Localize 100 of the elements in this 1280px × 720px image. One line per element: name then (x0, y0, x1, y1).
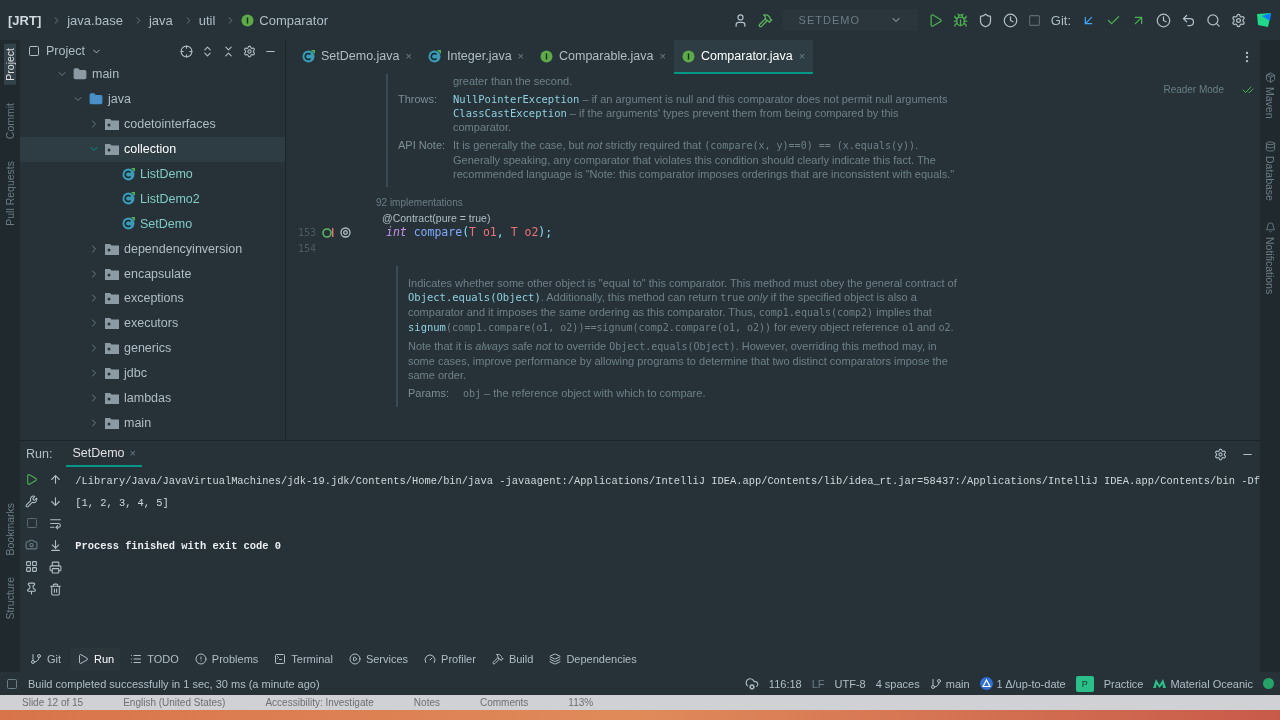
scroll-end-icon[interactable] (48, 539, 62, 552)
settings-icon[interactable] (243, 44, 256, 58)
search-icon[interactable] (1206, 12, 1221, 28)
status-message: Build completed successfully in 1 sec, 30 ms (a minute ago) (28, 677, 320, 690)
tree-item[interactable]: ListDemo (20, 161, 285, 187)
vcs-status[interactable]: 1 Δ/up-to-date (979, 677, 1066, 690)
editor-tab[interactable]: Integer.java × (419, 40, 533, 74)
shield-icon[interactable] (977, 12, 993, 28)
interface-icon (681, 49, 695, 63)
stop-icon[interactable] (25, 517, 38, 529)
settings-icon[interactable] (1214, 447, 1227, 461)
tool-window-tab[interactable]: Build (485, 647, 540, 670)
caret-position[interactable]: 116:18 (768, 677, 802, 690)
tree-item[interactable]: lambdas (20, 385, 285, 411)
tool-window-tab[interactable]: Terminal (268, 647, 339, 670)
clock-icon[interactable] (1156, 12, 1171, 28)
trash-icon[interactable] (48, 583, 62, 596)
theme-widget[interactable]: Material Oceanic (1153, 677, 1253, 690)
cloud-gear-icon[interactable] (744, 676, 759, 691)
interface-icon (540, 49, 554, 63)
gauge-icon (424, 652, 437, 665)
editor-tab[interactable]: Comparator.java × (673, 40, 814, 74)
tree-item[interactable]: java (20, 86, 285, 112)
expand-icon[interactable] (201, 44, 214, 58)
side-tool-tab[interactable]: Commit (4, 98, 16, 143)
bug-icon[interactable] (952, 12, 968, 28)
breadcrumb-item[interactable]: java.base (51, 12, 123, 28)
indent-setting[interactable]: 4 spaces (875, 677, 920, 690)
package-icon (1264, 72, 1276, 83)
tool-window-tab[interactable]: Services (342, 647, 415, 670)
background-status-text: Slide 12 of 15 (22, 697, 84, 708)
hammer-icon[interactable] (757, 12, 773, 28)
app-logo-icon[interactable] (1256, 12, 1272, 28)
collapse-icon[interactable] (222, 44, 235, 58)
tree-item[interactable]: dependencyinversion (20, 236, 285, 262)
play-circle-icon (348, 652, 361, 665)
package-icon (105, 317, 119, 330)
tool-window-tab[interactable]: Profiler (418, 647, 482, 670)
project-view-dropdown[interactable]: Project (28, 44, 102, 58)
breadcrumb-item[interactable]: java (132, 12, 173, 28)
run-label: Run: (26, 447, 53, 461)
doc-text: ClassCastException – if the arguments' types prevent them from being compared by this comparator. (453, 106, 900, 134)
breadcrumb-item[interactable]: [JRT] (8, 12, 42, 28)
tab-label: SetDemo (72, 446, 125, 460)
breadcrumb-item[interactable]: Comparator (225, 12, 328, 28)
arrow-up-icon[interactable] (48, 473, 62, 486)
package-icon (105, 416, 119, 429)
editor-tab[interactable]: Comparable.java × (532, 40, 674, 74)
side-tool-tab[interactable]: Pull Requests (4, 156, 16, 230)
project-name[interactable]: Practice (1103, 677, 1144, 690)
wrench-icon[interactable] (25, 495, 39, 508)
camera-icon[interactable] (25, 538, 39, 551)
implemented-icon[interactable] (322, 226, 334, 238)
editor-tab[interactable]: SetDemo.java × (294, 40, 420, 74)
branch-icon (30, 652, 42, 665)
tree-item[interactable]: exceptions (20, 286, 285, 311)
tree-item[interactable]: ListDemo2 (20, 186, 285, 212)
side-tool-tab[interactable]: Notifications (1264, 218, 1276, 299)
tree-item[interactable]: encapsulate (20, 261, 285, 286)
console-line: /Library/Java/JavaVirtualMachines/jdk-19.jdk/Contents/Home/bin/java -javaagent:/Applications/IntelliJ IDEA.app/Contents/lib/idea_rt.jar=58437:/Applications/IntelliJ IDEA.app/Contents/bin -Df (75, 474, 1260, 489)
tree-item[interactable]: collection (20, 136, 285, 162)
tree-item[interactable]: executors (20, 310, 285, 336)
encoding[interactable]: UTF-8 (834, 677, 866, 690)
tree-item[interactable]: main (20, 410, 285, 436)
tool-window-tab[interactable]: TODO (124, 647, 185, 670)
project-badge: P (1075, 675, 1094, 692)
side-tool-tab[interactable]: Bookmarks (4, 498, 16, 560)
tool-window-tab[interactable]: Run (71, 647, 121, 670)
tree-item[interactable]: jdbc (20, 360, 285, 386)
check-icon (1242, 84, 1254, 96)
tool-window-tab[interactable]: Git (24, 647, 68, 670)
stop-icon[interactable] (1027, 13, 1041, 27)
arrow-down-icon[interactable] (48, 495, 62, 508)
tree-item[interactable]: SetDemo (20, 211, 285, 237)
class-icon (122, 192, 135, 206)
branch-widget[interactable]: main (929, 677, 970, 690)
tool-window-tab[interactable]: Dependencies (543, 647, 643, 670)
print-icon[interactable] (48, 561, 62, 574)
tree-item[interactable]: main (20, 62, 285, 87)
side-tool-tab[interactable]: Project (4, 44, 16, 85)
breadcrumb-item[interactable]: util (182, 12, 216, 28)
window-icon (6, 677, 18, 690)
side-tool-tab[interactable]: Structure (4, 573, 16, 624)
annotation-icon[interactable] (340, 226, 351, 238)
wrap-icon[interactable] (48, 517, 62, 530)
tree-item[interactable]: codetointerfaces (20, 111, 285, 137)
run-icon[interactable] (25, 473, 39, 486)
side-tool-tab[interactable]: Database (1264, 136, 1276, 205)
run-icon[interactable] (927, 12, 943, 28)
user-icon[interactable] (732, 12, 748, 28)
package-icon (105, 367, 119, 380)
layout-icon[interactable] (25, 560, 39, 573)
settings-icon[interactable] (1231, 12, 1246, 28)
tool-window-tab[interactable]: Problems (188, 647, 265, 670)
undo-icon[interactable] (1181, 12, 1196, 28)
tab-label: Comparable.java (559, 49, 654, 63)
pin-icon[interactable] (25, 582, 39, 595)
session-tab[interactable]: SetDemo × (66, 441, 142, 467)
tree-item[interactable]: generics (20, 335, 285, 361)
crosshair-icon[interactable] (180, 44, 193, 58)
